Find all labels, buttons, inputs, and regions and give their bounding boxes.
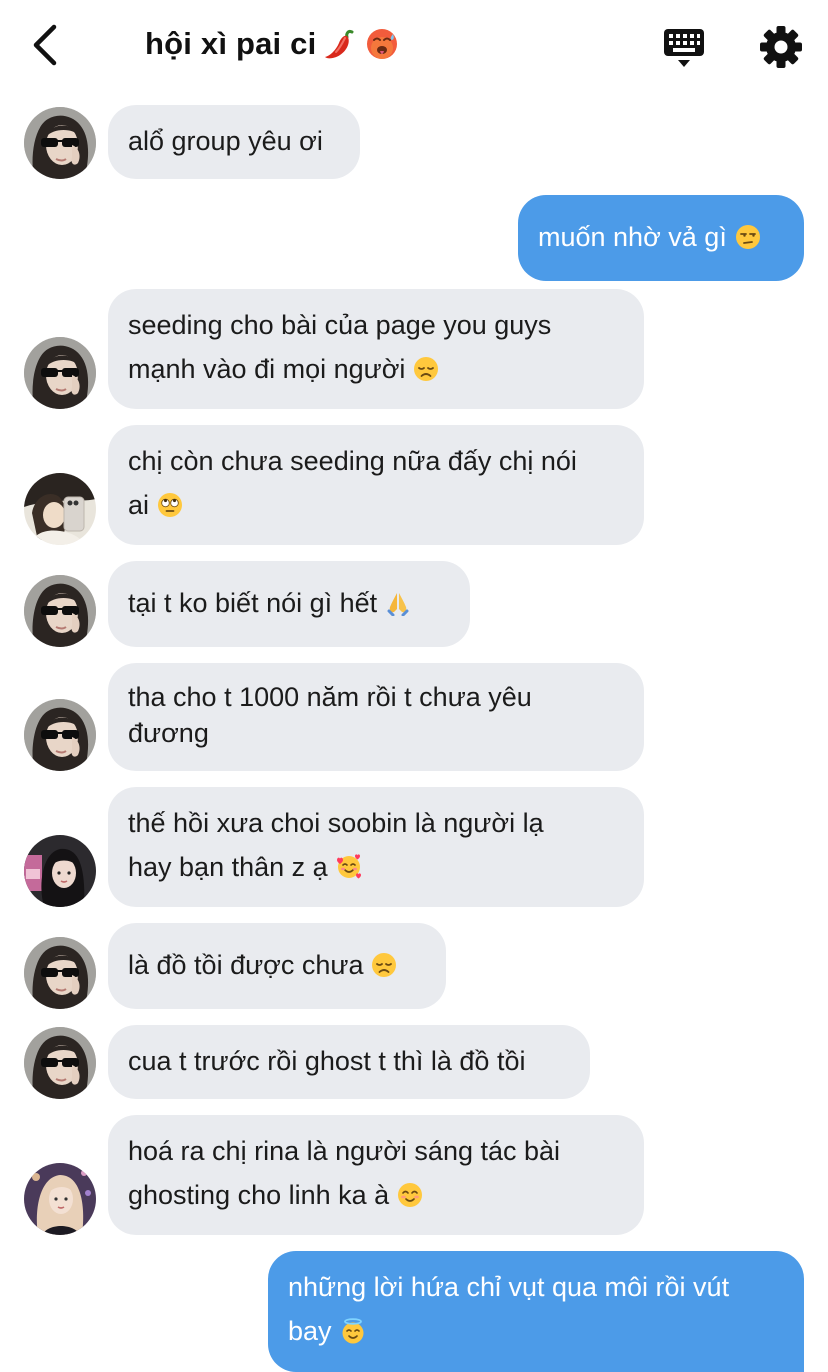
message-bubble[interactable]: tha cho t 1000 năm rồi t chưa yêu đương [108, 663, 644, 771]
message-bubble[interactable]: seeding cho bài của page you guys mạnh v… [108, 289, 644, 409]
eye-roll-face-emoji [157, 492, 183, 518]
message-bubble[interactable]: tại t ko biết nói gì hết [108, 561, 470, 647]
message-text: tại t ko biết nói gì hết [128, 588, 378, 618]
chat-title-text: hội xì pai ci [145, 26, 317, 61]
avatar[interactable] [24, 575, 96, 647]
avatar[interactable] [24, 1163, 96, 1235]
gear-icon [760, 26, 802, 68]
message-text: alổ group yêu ơi [128, 126, 323, 156]
avatar[interactable] [24, 337, 96, 409]
halo-face-emoji [340, 1318, 366, 1344]
message-text: những lời hứa chỉ vụt qua môi rồi vút [288, 1272, 730, 1302]
avatar[interactable] [24, 473, 96, 545]
message-text: mạnh vào đi mọi người [128, 354, 406, 384]
message-text: bay [288, 1316, 332, 1346]
message-bubble[interactable]: chị còn chưa seeding nữa đấy chị nói ai [108, 425, 644, 545]
message-text: thế hồi xưa choi soobin là người lạ [128, 808, 544, 838]
message-bubble[interactable]: cua t trước rồi ghost t thì là đồ tồi [108, 1025, 590, 1099]
message-text: chị còn chưa seeding nữa đấy chị nói [128, 446, 577, 476]
chat-header: hội xì pai ci [0, 0, 828, 96]
message-text: cua t trước rồi ghost t thì là đồ tồi [128, 1046, 526, 1076]
folded-hands-emoji [385, 590, 411, 616]
avatar[interactable] [24, 1027, 96, 1099]
smiling-face-hearts-emoji [336, 854, 362, 880]
message-text: muốn nhờ vả gì [538, 222, 727, 252]
message-text: ai [128, 490, 150, 520]
disappointed-face-emoji [371, 952, 397, 978]
message-text: hoá ra chị rina là người sáng tác bài [128, 1136, 561, 1166]
keyboard-button[interactable] [660, 24, 708, 72]
message-bubble[interactable]: hoá ra chị rina là người sáng tác bài gh… [108, 1115, 644, 1235]
message-bubble[interactable]: alổ group yêu ơi [108, 105, 360, 179]
message-text: đương [128, 718, 209, 748]
unamused-face-emoji [735, 224, 761, 250]
message-bubble[interactable]: muốn nhờ vả gì [518, 195, 804, 281]
message-text: tha cho t 1000 năm rồi t chưa yêu [128, 682, 532, 712]
chevron-left-icon [33, 24, 57, 66]
avatar[interactable] [24, 699, 96, 771]
chat-screen: hội xì pai ci alổ group yêu ơi muốn nhờ … [0, 0, 828, 1372]
avatar[interactable] [24, 835, 96, 907]
message-bubble[interactable]: thế hồi xưa choi soobin là người lạ hay … [108, 787, 644, 907]
message-bubble[interactable]: là đồ tồi được chưa [108, 923, 446, 1009]
message-text: ghosting cho linh ka à [128, 1180, 390, 1210]
message-text: seeding cho bài của page you guys [128, 310, 552, 340]
chili-pepper-emoji [322, 26, 358, 62]
message-text: hay bạn thân z ạ [128, 852, 328, 882]
hot-face-emoji [364, 26, 400, 62]
smiling-face-emoji [397, 1182, 423, 1208]
avatar[interactable] [24, 107, 96, 179]
disappointed-face-emoji [413, 356, 439, 382]
message-bubble[interactable]: những lời hứa chỉ vụt qua môi rồi vút ba… [268, 1251, 804, 1372]
keyboard-icon [664, 29, 704, 67]
back-button[interactable] [22, 22, 68, 68]
message-text: là đồ tồi được chưa [128, 950, 364, 980]
chat-title: hội xì pai ci [145, 26, 400, 62]
avatar[interactable] [24, 937, 96, 1009]
settings-button[interactable] [758, 24, 804, 70]
